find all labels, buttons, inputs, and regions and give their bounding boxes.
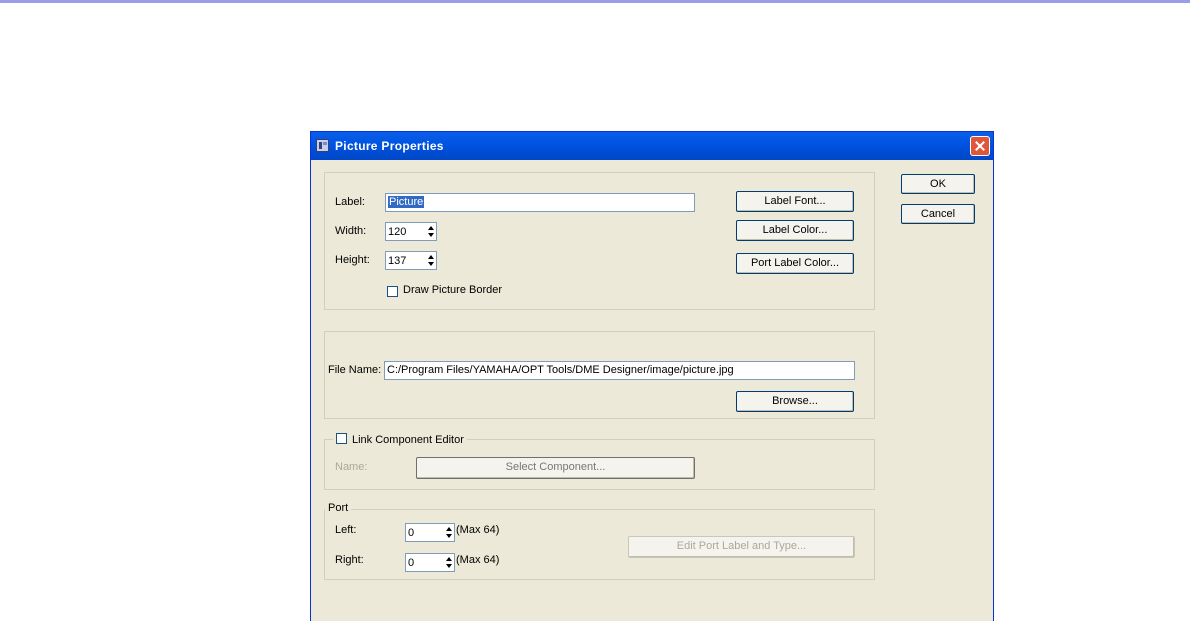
cancel-button-label: Cancel xyxy=(920,208,956,220)
left-max-label: (Max 64) xyxy=(456,524,500,536)
label-input-value: Picture xyxy=(388,196,425,208)
right-caption: Right: xyxy=(335,554,364,566)
file-name-value: C:/Program Files/YAMAHA/OPT Tools/DME De… xyxy=(387,364,734,376)
right-spin-arrows-icon[interactable] xyxy=(444,554,454,571)
width-spinner[interactable]: 120 xyxy=(385,222,437,241)
ok-button[interactable]: OK xyxy=(901,174,975,194)
cancel-button[interactable]: Cancel xyxy=(901,204,975,224)
right-max-label: (Max 64) xyxy=(456,554,500,566)
left-spin-arrows-icon[interactable] xyxy=(444,524,454,541)
edit-port-label-button-label: Edit Port Label and Type... xyxy=(676,540,807,552)
height-value: 137 xyxy=(388,255,407,267)
right-port-spinner[interactable]: 0 xyxy=(405,553,455,572)
edit-port-label-button[interactable]: Edit Port Label and Type... xyxy=(628,536,855,558)
link-component-group: Link Component Editor Name: Select Compo… xyxy=(324,432,875,490)
label-color-button[interactable]: Label Color... xyxy=(736,220,854,241)
port-group: Port Left: 0 (Max 64) Right: 0 (Max 64) … xyxy=(324,502,875,580)
port-label-color-button-label: Port Label Color... xyxy=(750,257,840,269)
link-component-legend: Link Component Editor xyxy=(333,432,467,446)
window-title: Picture Properties xyxy=(335,139,444,153)
browse-button-label: Browse... xyxy=(772,395,818,407)
width-value: 120 xyxy=(388,226,407,238)
general-group: Label: Picture Width: 120 Height: 137 Dr… xyxy=(324,172,875,310)
top-divider xyxy=(0,0,1190,3)
left-caption: Left: xyxy=(335,524,357,536)
draw-border-checkbox[interactable] xyxy=(387,286,398,297)
left-port-spinner[interactable]: 0 xyxy=(405,523,455,542)
height-spin-arrows-icon[interactable] xyxy=(426,252,436,269)
ok-button-label: OK xyxy=(930,178,946,190)
label-caption: Label: xyxy=(335,196,365,208)
picture-properties-dialog: Picture Properties OK Cancel Label: Pict… xyxy=(310,131,994,621)
file-name-input[interactable]: C:/Program Files/YAMAHA/OPT Tools/DME De… xyxy=(384,361,855,380)
width-caption: Width: xyxy=(335,225,367,237)
select-component-button-label: Select Component... xyxy=(505,461,606,473)
left-port-value: 0 xyxy=(408,527,415,539)
height-caption: Height: xyxy=(335,254,370,266)
label-input[interactable]: Picture xyxy=(385,193,695,212)
link-component-label: Link Component Editor xyxy=(352,434,464,446)
port-label-color-button[interactable]: Port Label Color... xyxy=(736,253,854,274)
height-spinner[interactable]: 137 xyxy=(385,251,437,270)
width-spin-arrows-icon[interactable] xyxy=(426,223,436,240)
file-group: File Name: C:/Program Files/YAMAHA/OPT T… xyxy=(324,331,875,419)
right-port-value: 0 xyxy=(408,557,415,569)
title-bar[interactable]: Picture Properties xyxy=(311,132,993,160)
draw-border-label: Draw Picture Border xyxy=(403,284,503,296)
label-font-button[interactable]: Label Font... xyxy=(736,191,854,212)
close-button[interactable] xyxy=(970,136,990,156)
browse-button[interactable]: Browse... xyxy=(736,391,854,412)
window-icon xyxy=(316,139,329,152)
name-caption: Name: xyxy=(335,461,368,473)
select-component-button[interactable]: Select Component... xyxy=(416,457,695,479)
file-name-caption: File Name: xyxy=(328,364,382,376)
port-legend: Port xyxy=(325,502,352,514)
label-font-button-label: Label Font... xyxy=(764,195,826,207)
label-color-button-label: Label Color... xyxy=(762,224,828,236)
link-component-checkbox[interactable] xyxy=(336,433,347,444)
